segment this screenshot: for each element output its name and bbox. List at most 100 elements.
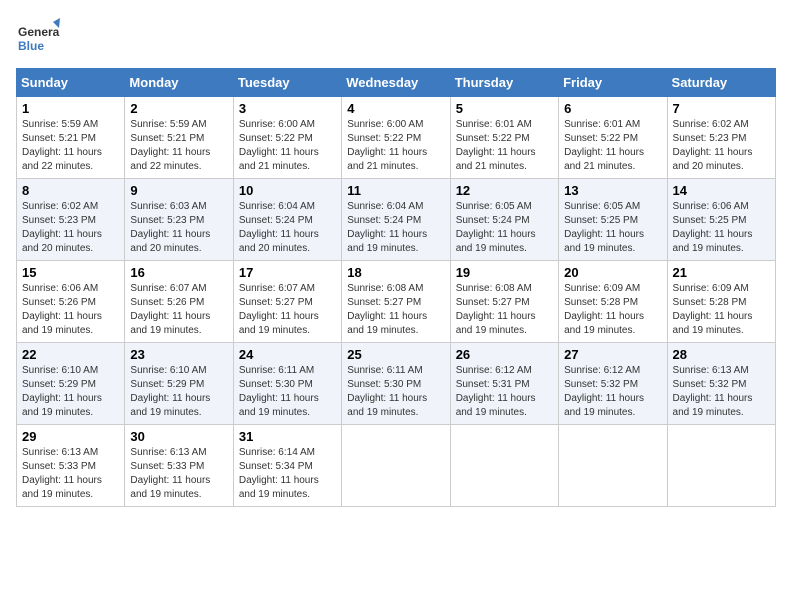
calendar-cell: 1Sunrise: 5:59 AM Sunset: 5:21 PM Daylig… [17,97,125,179]
day-number: 23 [130,347,227,362]
weekday-header-cell: Wednesday [342,69,450,97]
day-info: Sunrise: 6:10 AM Sunset: 5:29 PM Dayligh… [130,364,227,420]
calendar-cell: 11 Sunrise: 6:04 AM Sunset: 5:24 PM Dayli… [342,179,450,261]
day-info: Sunrise: 6:05 AM Sunset: 5:24 PM Dayligh… [456,200,553,256]
calendar-cell: 31 Sunrise: 6:14 AM Sunset: 5:34 PM Dayli… [233,425,341,507]
day-number: 30 [130,429,227,444]
calendar-cell: 9 Sunrise: 6:03 AM Sunset: 5:23 PM Daylig… [125,179,233,261]
day-info: Sunrise: 6:14 AM Sunset: 5:34 PM Dayligh… [239,446,336,502]
calendar-cell [559,425,667,507]
day-info: Sunrise: 6:03 AM Sunset: 5:23 PM Dayligh… [130,200,227,256]
day-info: Sunrise: 6:04 AM Sunset: 5:24 PM Dayligh… [347,200,444,256]
calendar-cell: 4 Sunrise: 6:00 AM Sunset: 5:22 PM Daylig… [342,97,450,179]
day-info: Sunrise: 6:13 AM Sunset: 5:32 PM Dayligh… [673,364,770,420]
calendar-cell: 5Sunrise: 6:01 AM Sunset: 5:22 PM Daylig… [450,97,558,179]
day-number: 12 [456,183,553,198]
weekday-header-cell: Sunday [17,69,125,97]
day-info: Sunrise: 6:04 AM Sunset: 5:24 PM Dayligh… [239,200,336,256]
day-number: 16 [130,265,227,280]
calendar-cell [667,425,775,507]
day-info: Sunrise: 6:02 AM Sunset: 5:23 PM Dayligh… [22,200,119,256]
day-info: Sunrise: 6:01 AM Sunset: 5:22 PM Dayligh… [456,118,553,174]
calendar-body: 1 Sunrise: 5:59 AM Sunset: 5:21 PM Daylig… [17,97,776,507]
day-number: 15 [22,265,119,280]
calendar-week-row: 15Sunrise: 6:06 AM Sunset: 5:26 PM Dayli… [17,261,776,343]
calendar-cell [450,425,558,507]
day-info: Sunrise: 6:12 AM Sunset: 5:31 PM Dayligh… [456,364,553,420]
calendar-cell: 16 Sunrise: 6:07 AM Sunset: 5:26 PM Dayli… [125,261,233,343]
day-number: 4 [347,101,444,116]
day-number: 22 [22,347,119,362]
day-info: Sunrise: 6:09 AM Sunset: 5:28 PM Dayligh… [564,282,661,338]
calendar-cell: 14 Sunrise: 6:06 AM Sunset: 5:25 PM Dayli… [667,179,775,261]
day-number: 31 [239,429,336,444]
day-number: 6 [564,101,661,116]
day-number: 27 [564,347,661,362]
day-number: 11 [347,183,444,198]
day-info: Sunrise: 6:06 AM Sunset: 5:25 PM Dayligh… [673,200,770,256]
calendar-week-row: 22 Sunrise: 6:10 AM Sunset: 5:29 PM Dayli… [17,343,776,425]
calendar-cell [342,425,450,507]
day-info: Sunrise: 6:00 AM Sunset: 5:22 PM Dayligh… [239,118,336,174]
calendar-cell: 17 Sunrise: 6:07 AM Sunset: 5:27 PM Dayli… [233,261,341,343]
calendar-cell: 12 Sunrise: 6:05 AM Sunset: 5:24 PM Dayli… [450,179,558,261]
day-info: Sunrise: 6:07 AM Sunset: 5:26 PM Dayligh… [130,282,227,338]
day-number: 29 [22,429,119,444]
day-number: 20 [564,265,661,280]
calendar-cell: 24Sunrise: 6:11 AM Sunset: 5:30 PM Dayli… [233,343,341,425]
calendar-cell: 27 Sunrise: 6:12 AM Sunset: 5:32 PM Dayli… [559,343,667,425]
day-number: 3 [239,101,336,116]
calendar-cell: 30 Sunrise: 6:13 AM Sunset: 5:33 PM Dayli… [125,425,233,507]
page-header: General Blue [16,16,776,60]
calendar-week-row: 8 Sunrise: 6:02 AM Sunset: 5:23 PM Daylig… [17,179,776,261]
day-info: Sunrise: 6:11 AM Sunset: 5:30 PM Dayligh… [347,364,444,420]
day-number: 21 [673,265,770,280]
day-info: Sunrise: 6:02 AM Sunset: 5:23 PM Dayligh… [673,118,770,174]
calendar-cell: 21 Sunrise: 6:09 AM Sunset: 5:28 PM Dayli… [667,261,775,343]
day-info: Sunrise: 6:00 AM Sunset: 5:22 PM Dayligh… [347,118,444,174]
day-number: 10 [239,183,336,198]
day-number: 1 [22,101,119,116]
calendar-week-row: 29 Sunrise: 6:13 AM Sunset: 5:33 PM Dayli… [17,425,776,507]
day-info: Sunrise: 6:13 AM Sunset: 5:33 PM Dayligh… [130,446,227,502]
weekday-header-cell: Monday [125,69,233,97]
day-number: 25 [347,347,444,362]
calendar-cell: 19Sunrise: 6:08 AM Sunset: 5:27 PM Dayli… [450,261,558,343]
day-number: 14 [673,183,770,198]
calendar-cell: 28Sunrise: 6:13 AM Sunset: 5:32 PM Dayli… [667,343,775,425]
day-info: Sunrise: 6:13 AM Sunset: 5:33 PM Dayligh… [22,446,119,502]
day-number: 17 [239,265,336,280]
calendar-cell: 10 Sunrise: 6:04 AM Sunset: 5:24 PM Dayli… [233,179,341,261]
calendar-cell: 13 Sunrise: 6:05 AM Sunset: 5:25 PM Dayli… [559,179,667,261]
calendar-cell: 22 Sunrise: 6:10 AM Sunset: 5:29 PM Dayli… [17,343,125,425]
weekday-header-cell: Saturday [667,69,775,97]
day-info: Sunrise: 6:12 AM Sunset: 5:32 PM Dayligh… [564,364,661,420]
day-number: 13 [564,183,661,198]
weekday-header-cell: Thursday [450,69,558,97]
day-info: Sunrise: 5:59 AM Sunset: 5:21 PM Dayligh… [130,118,227,174]
day-info: Sunrise: 6:10 AM Sunset: 5:29 PM Dayligh… [22,364,119,420]
day-number: 26 [456,347,553,362]
day-info: Sunrise: 6:07 AM Sunset: 5:27 PM Dayligh… [239,282,336,338]
day-number: 8 [22,183,119,198]
day-info: Sunrise: 6:08 AM Sunset: 5:27 PM Dayligh… [347,282,444,338]
svg-text:Blue: Blue [18,39,44,53]
calendar-table: SundayMondayTuesdayWednesdayThursdayFrid… [16,68,776,507]
calendar-cell: 7Sunrise: 6:02 AM Sunset: 5:23 PM Daylig… [667,97,775,179]
day-info: Sunrise: 6:05 AM Sunset: 5:25 PM Dayligh… [564,200,661,256]
calendar-cell: 18Sunrise: 6:08 AM Sunset: 5:27 PM Dayli… [342,261,450,343]
weekday-header-cell: Friday [559,69,667,97]
day-info: Sunrise: 6:01 AM Sunset: 5:22 PM Dayligh… [564,118,661,174]
calendar-cell: 23 Sunrise: 6:10 AM Sunset: 5:29 PM Dayli… [125,343,233,425]
day-info: Sunrise: 6:09 AM Sunset: 5:28 PM Dayligh… [673,282,770,338]
logo-svg: General Blue [16,16,60,60]
svg-text:General: General [18,25,60,39]
day-number: 19 [456,265,553,280]
day-number: 2 [130,101,227,116]
calendar-week-row: 1 Sunrise: 5:59 AM Sunset: 5:21 PM Daylig… [17,97,776,179]
calendar-cell: 8 Sunrise: 6:02 AM Sunset: 5:23 PM Daylig… [17,179,125,261]
calendar-cell: 29 Sunrise: 6:13 AM Sunset: 5:33 PM Dayli… [17,425,125,507]
weekday-header-row: SundayMondayTuesdayWednesdayThursdayFrid… [17,69,776,97]
calendar-cell: 25 Sunrise: 6:11 AM Sunset: 5:30 PM Dayli… [342,343,450,425]
day-number: 9 [130,183,227,198]
